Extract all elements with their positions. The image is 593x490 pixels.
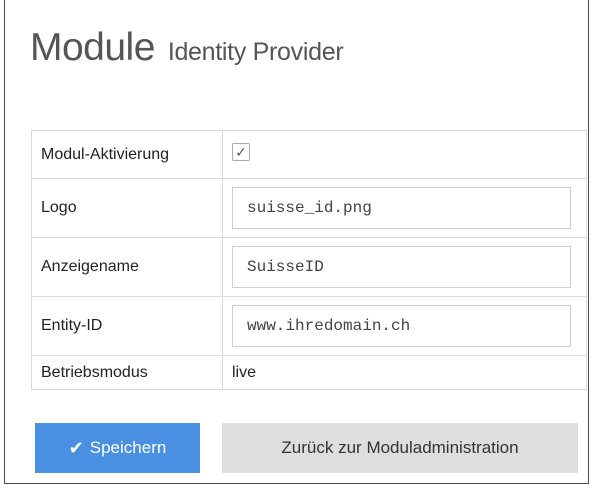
logo-cell bbox=[222, 178, 587, 238]
logo-label: Logo bbox=[31, 178, 223, 238]
table-row: Logo bbox=[31, 178, 587, 238]
display-name-label: Anzeigename bbox=[31, 237, 223, 297]
table-row: Modul-Aktivierung ✓ bbox=[31, 130, 587, 179]
activation-cell: ✓ bbox=[222, 130, 587, 179]
logo-input[interactable] bbox=[232, 187, 571, 229]
table-row: Anzeigename bbox=[31, 237, 587, 297]
check-icon: ✔ bbox=[68, 437, 84, 458]
page-title-main: Module bbox=[30, 26, 155, 69]
checkmark-icon: ✓ bbox=[235, 144, 247, 161]
display-name-input[interactable] bbox=[232, 246, 571, 288]
table-row: Entity-ID bbox=[31, 296, 587, 356]
save-button[interactable]: ✔ Speichern bbox=[35, 423, 200, 473]
module-settings-table: Modul-Aktivierung ✓ Logo Anzeigename Ent… bbox=[31, 130, 587, 390]
page-title-subtitle: Identity Provider bbox=[167, 38, 344, 66]
save-button-label: Speichern bbox=[89, 438, 167, 457]
entity-id-cell bbox=[222, 296, 587, 356]
activation-label: Modul-Aktivierung bbox=[31, 130, 223, 179]
entity-id-label: Entity-ID bbox=[31, 296, 223, 356]
mode-label: Betriebsmodus bbox=[31, 355, 223, 390]
mode-value: live bbox=[222, 355, 587, 390]
entity-id-input[interactable] bbox=[232, 305, 571, 347]
display-name-cell bbox=[222, 237, 587, 297]
table-row: Betriebsmodus live bbox=[31, 355, 587, 390]
page-title: Module Identity Provider bbox=[30, 26, 344, 70]
activation-checkbox[interactable]: ✓ bbox=[232, 143, 250, 162]
back-to-module-admin-button[interactable]: Zurück zur Moduladministration bbox=[222, 423, 578, 473]
